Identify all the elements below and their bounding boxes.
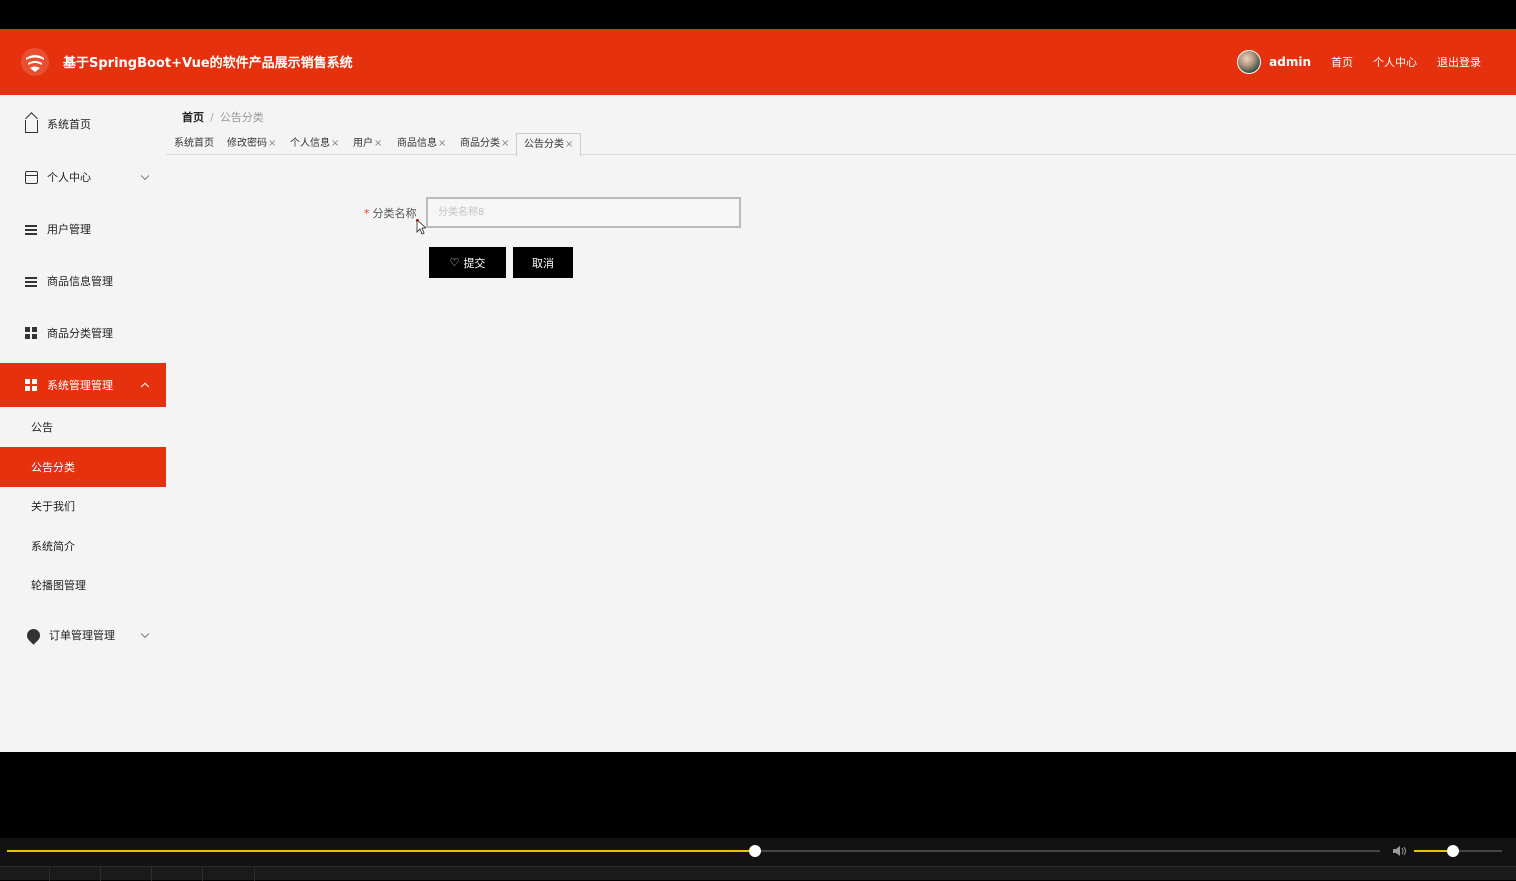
sidebar-item-categories[interactable]: 商品分类管理 [0,311,166,355]
sidebar-subitem-notice-category[interactable]: 公告分类 [0,447,166,487]
sidebar-item-users[interactable]: 用户管理 [0,207,166,251]
tab-products[interactable]: 商品信息× [395,133,448,155]
breadcrumb-separator: / [210,111,214,124]
sidebar: 系统首页 个人中心 用户管理 商品信息管理 商品分类管理 系统管理管理 公告 公… [0,95,166,752]
sidebar-item-orders[interactable]: 订单管理管理 [0,613,166,657]
sidebar-item-label: 订单管理管理 [49,629,115,642]
logo-icon [21,48,49,76]
volume-icon[interactable] [1392,844,1408,858]
sidebar-item-label: 系统管理管理 [47,379,113,392]
tab-label: 商品信息 [397,138,437,149]
app-window: 基于SpringBoot+Vue的软件产品展示销售系统 admin 首页 个人中… [0,29,1516,752]
tab-users[interactable]: 用户× [351,133,384,155]
progress-fill [7,850,756,852]
username: admin [1269,55,1311,69]
category-name-input[interactable] [426,197,741,228]
sidebar-item-label: 商品信息管理 [47,275,113,288]
strip-cell [152,867,203,881]
avatar[interactable] [1237,50,1262,74]
breadcrumb: 首页 / 公告分类 [182,109,264,125]
sidebar-item-label: 用户管理 [47,223,91,236]
tab-label: 用户 [353,138,373,149]
chevron-down-icon [140,629,150,639]
tab-label: 个人信息 [290,138,330,149]
sidebar-item-label: 个人中心 [47,171,91,184]
chevron-down-icon [140,171,150,181]
header-nav: admin 首页 个人中心 退出登录 [1237,49,1481,75]
tab-product-categories[interactable]: 商品分类× [458,133,511,155]
grid-icon [25,326,38,340]
card-icon [25,170,38,184]
sidebar-item-home[interactable]: 系统首页 [0,102,166,146]
tab-home[interactable]: 系统首页 [172,133,216,155]
video-top-bar [0,0,1516,29]
sidebar-subitem-notice[interactable]: 公告 [0,407,166,447]
close-icon[interactable]: × [438,138,446,149]
volume-slider[interactable] [1414,845,1502,857]
close-icon[interactable]: × [565,139,573,150]
list-icon [25,275,38,288]
player-bottom-strip [0,866,1516,881]
chevron-up-icon [140,382,150,392]
mouse-cursor-icon [416,219,426,235]
user-menu[interactable]: admin [1237,50,1311,74]
header-link-home[interactable]: 首页 [1331,54,1353,70]
top-header: 基于SpringBoot+Vue的软件产品展示销售系统 admin 首页 个人中… [0,29,1516,95]
progress-handle[interactable] [749,845,762,857]
sidebar-item-products[interactable]: 商品信息管理 [0,259,166,303]
sidebar-item-system[interactable]: 系统管理管理 [0,363,166,407]
close-icon[interactable]: × [501,138,509,149]
sidebar-subitem-carousel[interactable]: 轮播图管理 [0,565,166,605]
sidebar-subitem-label: 关于我们 [31,500,75,513]
submit-button-label: 提交 [463,256,486,270]
close-icon[interactable]: × [374,138,382,149]
header-link-profile[interactable]: 个人中心 [1373,54,1417,70]
close-icon[interactable]: × [331,138,339,149]
sidebar-subitem-label: 公告 [31,421,53,434]
sidebar-subitem-about[interactable]: 关于我们 [0,486,166,526]
strip-cell [0,867,50,881]
strip-cell [101,867,152,881]
volume-handle[interactable] [1446,845,1459,857]
sidebar-item-label: 系统首页 [47,118,91,131]
close-icon[interactable]: × [268,138,276,149]
field-label-text: 分类名称 [372,207,417,220]
sidebar-item-profile[interactable]: 个人中心 [0,155,166,199]
sidebar-item-label: 商品分类管理 [47,327,113,340]
header-link-logout[interactable]: 退出登录 [1437,54,1481,70]
heart-icon: ♡ [449,256,460,269]
app-title: 基于SpringBoot+Vue的软件产品展示销售系统 [63,56,353,71]
video-player-controls [0,838,1516,881]
tab-label: 修改密码 [227,138,267,149]
submit-button[interactable]: ♡ 提交 [429,247,506,278]
sidebar-subitem-label: 公告分类 [31,461,75,474]
tab-change-password[interactable]: 修改密码× [225,133,278,155]
tab-bar: 系统首页 修改密码× 个人信息× 用户× 商品信息× 商品分类× 公告分类× [166,129,1516,156]
home-icon [25,119,38,133]
cancel-button-label: 取消 [532,256,554,270]
tab-label: 公告分类 [524,139,564,150]
list-icon [25,223,38,236]
strip-cell [203,867,255,881]
progress-bar[interactable] [7,845,1380,857]
breadcrumb-home[interactable]: 首页 [182,111,204,124]
sidebar-subitem-label: 轮播图管理 [31,579,86,592]
sidebar-subitem-intro[interactable]: 系统简介 [0,526,166,566]
strip-cell [50,867,101,881]
breadcrumb-current: 公告分类 [219,111,264,124]
cancel-button[interactable]: 取消 [513,247,573,278]
sidebar-subitem-label: 系统简介 [31,540,75,553]
bulb-icon [24,625,43,645]
tab-notice-categories[interactable]: 公告分类× [516,133,582,156]
tab-label: 商品分类 [460,138,500,149]
required-mark: * [364,207,370,220]
grid-icon [25,378,38,392]
category-name-label: * 分类名称 [364,205,417,221]
tab-profile[interactable]: 个人信息× [288,133,341,155]
tab-label: 系统首页 [174,138,214,149]
